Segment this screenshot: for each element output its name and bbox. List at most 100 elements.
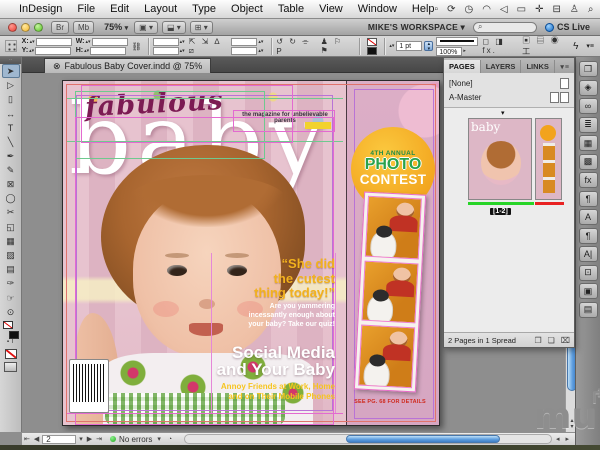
tab-pages[interactable]: PAGES bbox=[444, 60, 481, 73]
rotation-angle-field[interactable] bbox=[231, 38, 257, 46]
eyedropper-tool[interactable]: ✑ bbox=[2, 277, 20, 291]
fill-stroke-swatches[interactable] bbox=[3, 321, 19, 339]
scissors-tool[interactable]: ✂ bbox=[2, 206, 20, 220]
character-styles-panel-icon[interactable]: A bbox=[579, 209, 598, 225]
edit-page-size-button[interactable]: ❐ bbox=[534, 336, 541, 345]
clock-icon[interactable]: ◷ bbox=[464, 4, 473, 15]
page-menu-caret[interactable]: ▾ bbox=[77, 435, 85, 443]
height-field[interactable] bbox=[90, 47, 126, 55]
page-tool[interactable]: ▯ bbox=[2, 92, 20, 106]
workspace-switcher[interactable]: MIKE'S WORKSPACE ▾ bbox=[368, 22, 465, 33]
menu-item[interactable]: File bbox=[77, 3, 95, 15]
zoom-level-dropdown[interactable]: 75% ▾ bbox=[104, 22, 128, 32]
select-container-content-buttons[interactable]: ♟ ⚐ ⚑ bbox=[321, 37, 356, 55]
scale-x-field[interactable] bbox=[153, 38, 179, 46]
displays-icon[interactable]: ⊟ bbox=[552, 4, 560, 15]
direct-selection-tool[interactable]: ▷ bbox=[2, 78, 20, 92]
fill-color-swatch[interactable] bbox=[367, 47, 377, 55]
stroke-swatch[interactable] bbox=[9, 331, 19, 339]
close-tab-icon[interactable]: ⊗ bbox=[53, 61, 61, 72]
new-page-button[interactable]: ❏ bbox=[548, 336, 555, 345]
sync-icon[interactable]: ⟳ bbox=[447, 4, 455, 15]
line-tool[interactable]: ╲ bbox=[2, 135, 20, 149]
photo-strip-frame[interactable] bbox=[358, 325, 415, 388]
type-tool[interactable]: T bbox=[2, 121, 20, 135]
paragraph-panel-icon[interactable]: ¶ bbox=[579, 228, 598, 244]
width-field[interactable] bbox=[92, 38, 128, 46]
delete-page-button[interactable]: ⌧ bbox=[561, 336, 570, 345]
user-icon[interactable]: ♙ bbox=[570, 4, 579, 15]
search-field[interactable]: ⌕ bbox=[473, 22, 537, 33]
horizontal-scrollbar-thumb[interactable] bbox=[346, 435, 500, 443]
page-thumbnail-2[interactable] bbox=[535, 118, 562, 200]
reference-point-proxy[interactable] bbox=[5, 40, 17, 52]
pages-panel-icon[interactable]: ❐ bbox=[579, 61, 598, 77]
cover-quiz-text[interactable]: Are you yammering incessantly enough abo… bbox=[203, 303, 335, 329]
menu-item[interactable]: Help bbox=[412, 3, 435, 15]
cover-quote[interactable]: “She did the cutest thing today!” bbox=[213, 257, 335, 301]
menu-item[interactable]: Type bbox=[192, 3, 216, 15]
menu-item[interactable]: InDesign bbox=[19, 3, 62, 15]
horizontal-scrollbar[interactable] bbox=[184, 434, 552, 444]
arrange-documents-dropdown[interactable]: ⊞ ▾ bbox=[190, 21, 213, 34]
master-a-row[interactable]: A-Master bbox=[449, 90, 569, 104]
info-panel-icon[interactable]: ▤ bbox=[579, 302, 598, 318]
next-page-button[interactable]: ▶ bbox=[85, 435, 94, 443]
document-tab[interactable]: ⊗ Fabulous Baby Cover.indd @ 75% bbox=[44, 58, 211, 73]
document-spread[interactable]: baby fabulous the magazine for unbelieva… bbox=[62, 80, 440, 426]
pen-tool[interactable]: ✒ bbox=[2, 149, 20, 163]
gradient-swatch-tool[interactable]: ▦ bbox=[2, 234, 20, 248]
formatting-affects-buttons[interactable]: ▪ T bbox=[7, 339, 14, 347]
shear-angle-field[interactable] bbox=[231, 47, 257, 55]
menu-item[interactable]: Layout bbox=[144, 3, 177, 15]
wifi-icon[interactable]: ◠ bbox=[482, 4, 491, 15]
character-panel-icon[interactable]: A| bbox=[579, 246, 598, 262]
x-position-field[interactable] bbox=[36, 38, 72, 46]
barcode[interactable] bbox=[69, 359, 109, 413]
menu-item[interactable]: Edit bbox=[110, 3, 129, 15]
object-styles-panel-icon[interactable]: ⊡ bbox=[579, 265, 598, 281]
y-position-field[interactable] bbox=[35, 47, 71, 55]
tab-links[interactable]: LINKS bbox=[521, 60, 555, 73]
rotate-shear-icons[interactable]: ⇱ ⇲ ∆ ⧄ bbox=[189, 37, 232, 56]
pencil-tool[interactable]: ✎ bbox=[2, 163, 20, 177]
previous-page-button[interactable]: ◀ bbox=[32, 435, 41, 443]
note-tool[interactable]: ▤ bbox=[2, 263, 20, 277]
close-window-button[interactable] bbox=[8, 23, 17, 32]
cover-headline[interactable]: Social Media and Your Baby bbox=[163, 344, 335, 379]
cs-live-button[interactable]: CS Live bbox=[545, 22, 600, 32]
photo-strip-frame[interactable] bbox=[365, 196, 422, 259]
spotlight-icon[interactable]: ⌕ bbox=[588, 4, 594, 15]
photo-strip-frame[interactable] bbox=[361, 260, 418, 323]
preflight-status[interactable]: No errors ▾ ◔ bbox=[110, 435, 174, 444]
effects-panel-icon[interactable]: fx bbox=[579, 172, 598, 188]
battery-icon[interactable]: ▭ bbox=[517, 4, 526, 15]
free-transform-tool[interactable]: ◱ bbox=[2, 220, 20, 234]
preflight-menu-icon[interactable]: ◔ bbox=[166, 436, 174, 443]
stroke-weight-field[interactable]: 1 pt bbox=[396, 41, 422, 51]
page-thumbnail-1[interactable]: baby bbox=[468, 118, 532, 200]
control-panel-menu-icon[interactable]: ▾≡ bbox=[586, 42, 594, 50]
input-source-icon[interactable]: ✛ bbox=[535, 4, 543, 15]
screen-mode-dropdown[interactable]: ⬓ ▾ bbox=[162, 21, 186, 34]
tools-panel-grip[interactable]: ∙∙ bbox=[0, 57, 21, 64]
zoom-window-button[interactable] bbox=[34, 23, 43, 32]
menu-item[interactable]: Window bbox=[358, 3, 397, 15]
paragraph-styles-panel-icon[interactable]: ¶ bbox=[579, 191, 598, 207]
zoom-tool[interactable]: ⊙ bbox=[2, 305, 20, 319]
apply-none-button[interactable] bbox=[5, 349, 17, 359]
bridge-button[interactable]: Br bbox=[51, 21, 69, 34]
view-options-dropdown[interactable]: ▣ ▾ bbox=[134, 21, 158, 34]
opacity-field[interactable]: 100% bbox=[436, 47, 462, 56]
stroke-style-dropdown[interactable] bbox=[436, 37, 478, 46]
gradient-panel-icon[interactable]: ▩ bbox=[579, 154, 598, 170]
swatches-panel-icon[interactable]: ▦ bbox=[579, 135, 598, 151]
preflight-panel-icon[interactable]: ▣ bbox=[579, 283, 598, 299]
links-panel-icon[interactable]: ∞ bbox=[579, 98, 598, 114]
photo-strip[interactable] bbox=[354, 192, 426, 393]
scale-y-field[interactable] bbox=[153, 47, 179, 55]
stroke-weight-stepper[interactable]: ▴▾ bbox=[424, 41, 433, 51]
rectangle-frame-tool[interactable]: ⊠ bbox=[2, 178, 20, 192]
gradient-feather-tool[interactable]: ▨ bbox=[2, 248, 20, 262]
tab-layers[interactable]: LAYERS bbox=[481, 60, 522, 73]
